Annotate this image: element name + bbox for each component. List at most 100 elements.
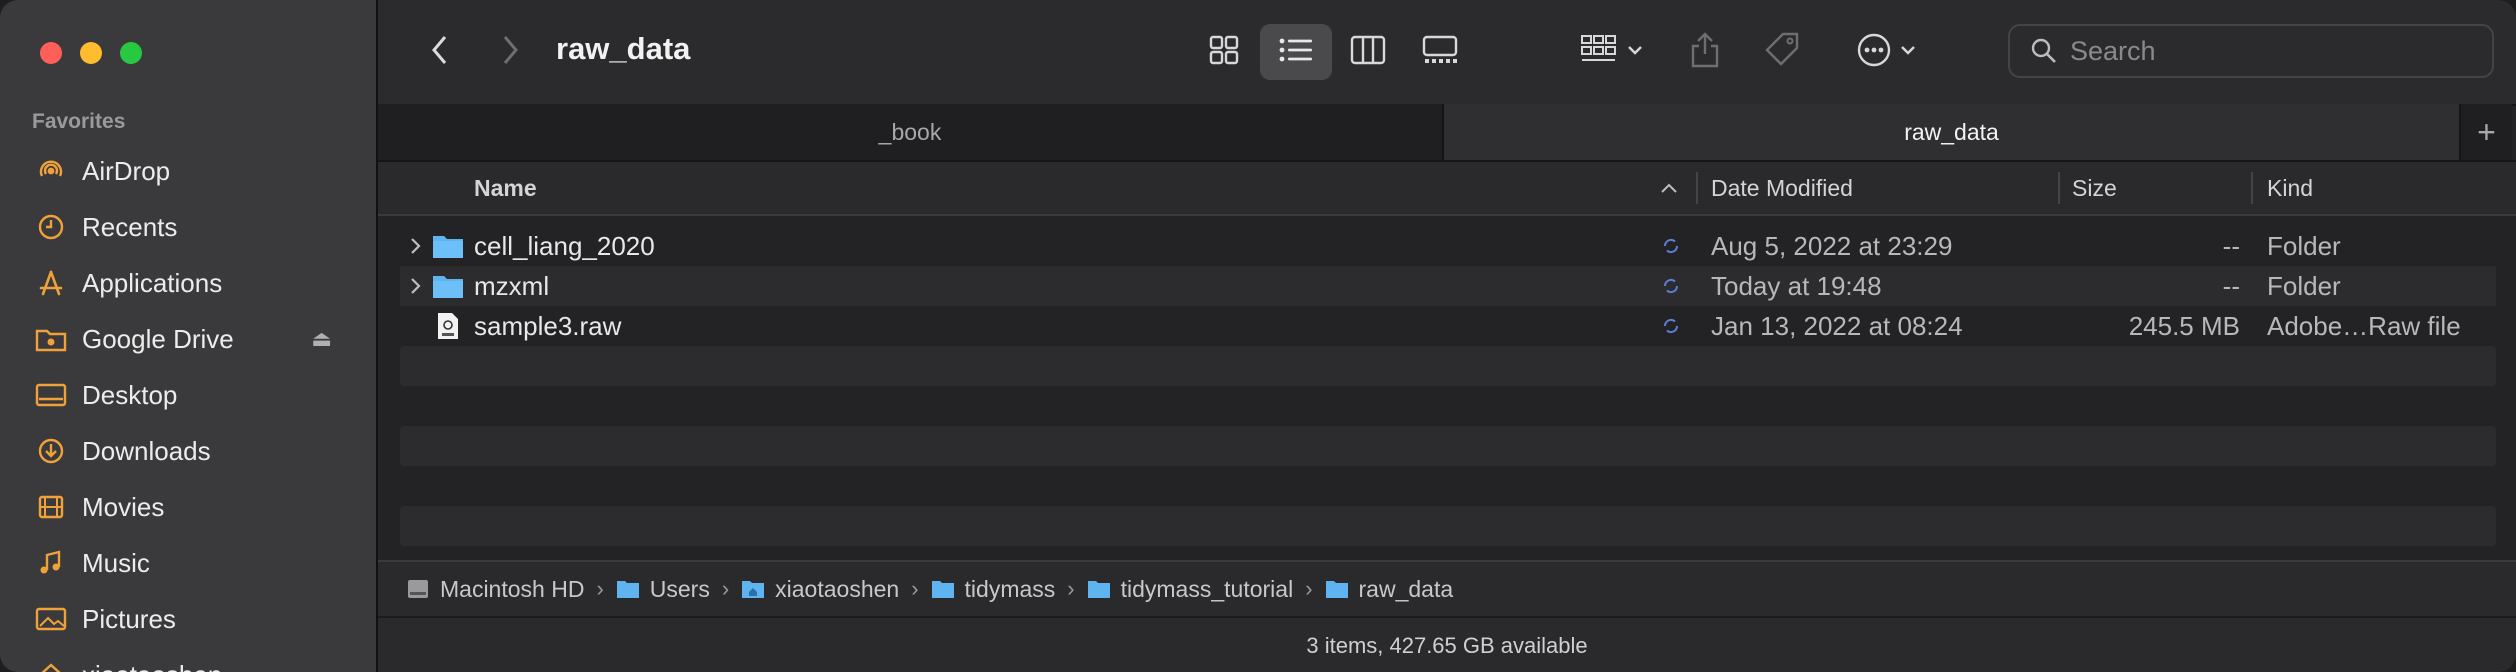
path-item-tidymass[interactable]: tidymass › [931,576,1087,603]
sidebar-item-airdrop[interactable]: AirDrop [0,143,376,199]
share-icon [1690,31,1720,74]
sidebar-item-label: Desktop [82,379,178,410]
file-date: Jan 13, 2022 at 08:24 [1711,310,1963,341]
folder-icon [1087,579,1111,599]
sidebar-item-music[interactable]: Music [0,535,376,591]
tags-button[interactable] [1758,26,1808,78]
path-item-raw-data[interactable]: raw_data [1325,575,1454,603]
path-bar: Macintosh HD › Users › xiaotaoshen › tid… [378,560,2516,616]
music-note-icon [34,546,68,580]
airdrop-icon [34,154,68,188]
raw-file-icon [436,306,460,346]
sidebar-item-label: Pictures [82,603,176,634]
path-item-label: Users [649,575,710,602]
search-input[interactable] [2068,34,2452,68]
path-item-label: tidymass [964,575,1056,602]
path-item-label: raw_data [1358,575,1454,602]
forward-button[interactable] [490,30,530,74]
file-name: mzxml [474,270,550,301]
chevron-left-icon [430,34,450,71]
view-mode-group [1188,24,1476,80]
column-kind[interactable]: Kind [2267,162,2313,214]
sidebar-item-google-drive[interactable]: Google Drive ⏏ [0,311,376,367]
file-list: cell_liang_2020 Aug 5, 2022 at 23:29 -- … [400,226,2496,546]
home-icon [34,658,68,672]
path-item-tidymass-tutorial[interactable]: tidymass_tutorial › [1087,576,1325,603]
list-view-button[interactable] [1260,24,1332,80]
ellipsis-circle-icon [1856,32,1892,73]
path-item-users[interactable]: Users › [616,576,741,603]
path-item-xiaotaoshen[interactable]: xiaotaoshen › [741,576,930,603]
path-item-label: xiaotaoshen [775,575,900,602]
table-row[interactable]: sample3.raw Jan 13, 2022 at 08:24 245.5 … [400,306,2496,346]
icon-view-button[interactable] [1188,24,1260,80]
sort-ascending-icon[interactable] [1660,162,1678,214]
eject-icon[interactable]: ⏏ [311,326,332,352]
clock-icon [34,210,68,244]
tab-raw-data[interactable]: raw_data [1444,104,2459,160]
search-field[interactable] [2008,24,2494,78]
window-controls [40,42,142,64]
column-divider[interactable] [2058,172,2060,204]
sidebar-item-home[interactable]: xiaotaoshen [0,647,376,672]
file-size: 245.5 MB [2128,310,2240,341]
table-row[interactable]: cell_liang_2020 Aug 5, 2022 at 23:29 -- … [400,226,2496,266]
sync-status-icon [1662,306,1680,346]
column-divider[interactable] [1696,172,1698,204]
grid-icon [1208,34,1240,71]
gallery-view-button[interactable] [1404,24,1476,80]
drive-folder-icon [34,322,68,356]
path-item-label: Macintosh HD [440,575,585,602]
minimize-window-button[interactable] [80,42,102,64]
sidebar-item-pictures[interactable]: Pictures [0,591,376,647]
desktop-icon [34,378,68,412]
sidebar-list: AirDrop Recents Applications Google Driv… [0,143,376,672]
sidebar-item-desktop[interactable]: Desktop [0,367,376,423]
group-by-button[interactable] [1572,26,1652,78]
sidebar-item-recents[interactable]: Recents [0,199,376,255]
tab-book[interactable]: _book [378,104,1444,160]
column-view-button[interactable] [1332,24,1404,80]
hard-drive-icon [406,578,430,600]
search-icon [2030,37,2058,65]
column-date-modified[interactable]: Date Modified [1711,162,1853,214]
back-button[interactable] [420,30,460,74]
share-button[interactable] [1682,26,1728,78]
folder-icon [1325,579,1349,599]
column-name[interactable]: Name [474,162,537,214]
sidebar: Favorites AirDrop Recents Applications G… [0,0,378,672]
disclosure-triangle-icon[interactable] [410,226,422,266]
disclosure-triangle-icon[interactable] [410,266,422,306]
close-window-button[interactable] [40,42,62,64]
new-tab-button[interactable]: + [2459,104,2512,160]
tag-icon [1763,30,1803,75]
finder-window: Favorites AirDrop Recents Applications G… [0,0,2516,672]
path-separator-icon: › [1067,576,1075,601]
file-kind: Adobe…Raw file [2267,310,2461,341]
sidebar-item-movies[interactable]: Movies [0,479,376,535]
toolbar: raw_data [378,0,2516,106]
sidebar-item-downloads[interactable]: Downloads [0,423,376,479]
home-folder-icon [741,579,765,599]
status-text: 3 items, 427.65 GB available [1306,633,1588,658]
zoom-window-button[interactable] [120,42,142,64]
column-size[interactable]: Size [2072,162,2117,214]
file-name: sample3.raw [474,310,622,341]
window-title: raw_data [556,31,691,66]
sidebar-item-label: Google Drive [82,323,234,354]
empty-row [400,466,2496,506]
plus-icon: + [2477,113,2496,150]
file-kind: Folder [2267,230,2341,261]
table-row[interactable]: mzxml Today at 19:48 -- Folder [400,266,2496,306]
folder-icon [432,266,464,306]
list-icon [1278,36,1314,69]
chevron-right-icon [500,34,520,71]
path-item-macintosh-hd[interactable]: Macintosh HD › [406,576,616,603]
more-actions-button[interactable] [1846,26,1926,78]
column-divider[interactable] [2251,172,2253,204]
empty-row [400,426,2496,466]
sidebar-item-applications[interactable]: Applications [0,255,376,311]
file-name: cell_liang_2020 [474,230,655,261]
sync-status-icon [1662,226,1680,266]
sidebar-item-label: Music [82,547,150,578]
